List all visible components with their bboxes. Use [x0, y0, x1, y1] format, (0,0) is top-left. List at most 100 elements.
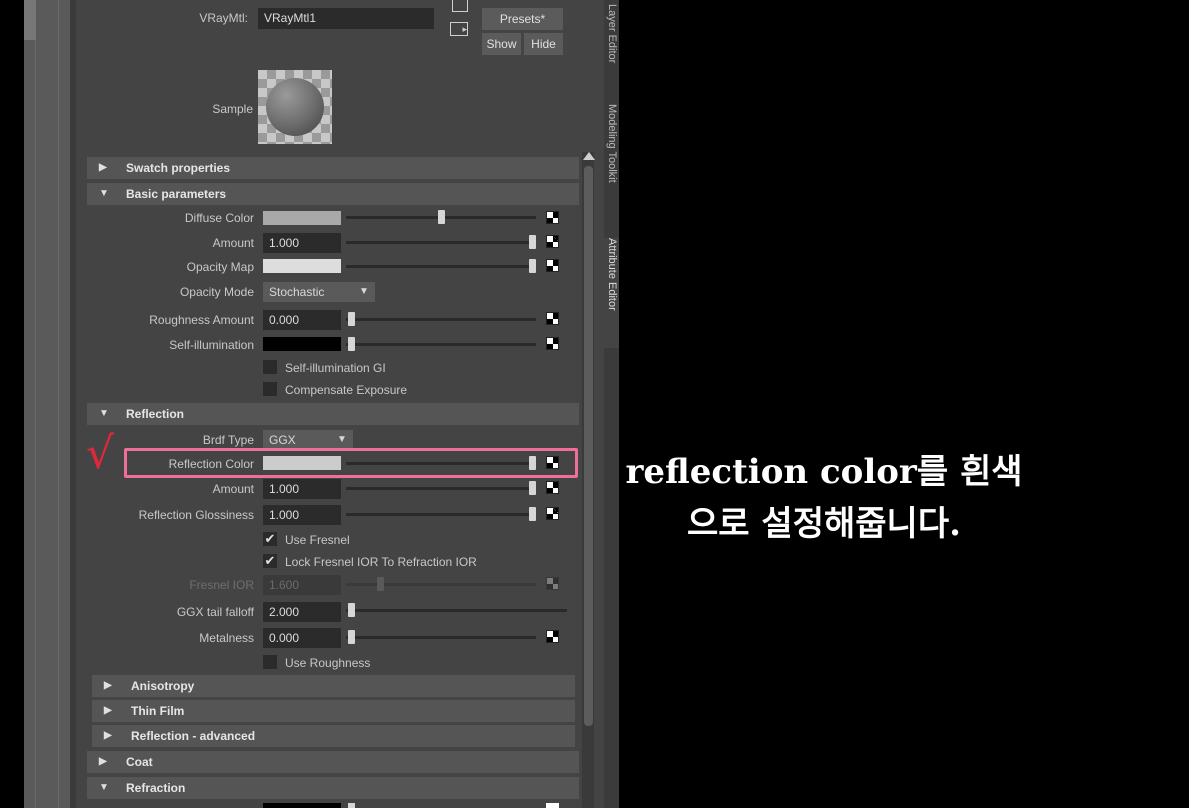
output-connection-icon[interactable]: ▸: [450, 22, 468, 36]
compensate-exposure-checkbox[interactable]: [263, 382, 277, 396]
self-illumination-gi-label: Self-illumination GI: [285, 361, 386, 375]
fresnel-ior-map-button-icon: [546, 577, 559, 590]
diffuse-slider-handle[interactable]: [438, 210, 445, 224]
self-illumination-swatch[interactable]: [263, 337, 341, 351]
expand-arrow-icon: ▶: [99, 162, 107, 173]
opacity-map-button-icon[interactable]: [546, 259, 559, 272]
input-connection-icon[interactable]: [452, 0, 468, 12]
metalness-slider-handle[interactable]: [348, 630, 355, 644]
section-title: Refraction: [126, 781, 186, 795]
hide-button[interactable]: Hide: [524, 33, 563, 55]
side-tab-bar: Layer Editor Modeling Toolkit Attribute …: [604, 0, 619, 808]
section-basic-parameters[interactable]: ▼ Basic parameters: [87, 183, 579, 205]
reflection-glossiness-slider-track[interactable]: [346, 513, 536, 516]
section-anisotropy[interactable]: ▶ Anisotropy: [92, 675, 575, 697]
brdf-type-dropdown[interactable]: GGX: [263, 430, 331, 450]
opacity-map-label: Opacity Map: [186, 260, 254, 274]
opacity-slider-track[interactable]: [346, 265, 536, 268]
reflection-glossiness-map-button-icon[interactable]: [546, 507, 559, 520]
expand-arrow-icon: ▶: [99, 756, 107, 767]
self-illumination-label: Self-illumination: [169, 338, 254, 352]
chevron-down-icon[interactable]: ▼: [353, 282, 375, 302]
viewport-object: [24, 0, 36, 40]
reflection-amount-field[interactable]: 1.000: [263, 479, 341, 499]
refraction-color-swatch[interactable]: [263, 803, 341, 808]
tab-modeling-toolkit[interactable]: Modeling Toolkit: [604, 104, 619, 214]
self-illumination-slider-track[interactable]: [346, 343, 536, 346]
annotation-caption-line2: 으로 설정해줍니다.: [687, 504, 961, 544]
annotation-caption-line1: reflection color를 흰색: [625, 452, 1023, 492]
show-button[interactable]: Show: [482, 33, 521, 55]
checkmark-icon: ✔: [264, 531, 276, 546]
self-illumination-map-button-icon[interactable]: [546, 337, 559, 350]
metalness-map-button-icon[interactable]: [546, 630, 559, 643]
viewport-grid-line: [35, 0, 36, 808]
ggx-tail-falloff-label: GGX tail falloff: [176, 605, 254, 619]
reflection-glossiness-field[interactable]: 1.000: [263, 505, 341, 525]
fresnel-ior-label: Fresnel IOR: [189, 578, 254, 592]
diffuse-color-label: Diffuse Color: [184, 211, 254, 225]
refraction-slider-handle[interactable]: [348, 803, 355, 808]
section-reflection-advanced[interactable]: ▶ Reflection - advanced: [92, 725, 575, 747]
roughness-map-button-icon[interactable]: [546, 312, 559, 325]
chevron-down-icon[interactable]: ▼: [331, 430, 353, 450]
reflection-amount-label: Amount: [212, 482, 254, 496]
scroll-up-arrow-icon[interactable]: [583, 152, 595, 160]
sample-sphere: [266, 78, 324, 136]
section-swatch-properties[interactable]: ▶ Swatch properties: [87, 157, 579, 179]
amount-field[interactable]: 1.000: [263, 233, 341, 253]
section-reflection[interactable]: ▼ Reflection: [87, 403, 579, 425]
self-illumination-slider-handle[interactable]: [348, 337, 355, 351]
opacity-slider-handle[interactable]: [529, 259, 536, 273]
use-roughness-label: Use Roughness: [285, 656, 371, 670]
reflection-color-highlight-box: [124, 448, 578, 478]
ggx-tail-falloff-field[interactable]: 2.000: [263, 602, 341, 622]
reflection-amount-map-button-icon[interactable]: [546, 481, 559, 494]
tab-attribute-editor[interactable]: Attribute Editor: [604, 238, 619, 348]
opacity-mode-label: Opacity Mode: [179, 285, 254, 299]
section-title: Swatch properties: [126, 161, 231, 175]
ggx-tail-slider-track[interactable]: [346, 609, 567, 612]
use-fresnel-checkbox[interactable]: ✔: [263, 532, 277, 546]
reflection-amount-slider-track[interactable]: [346, 487, 536, 490]
opacity-mode-dropdown[interactable]: Stochastic: [263, 282, 353, 302]
section-coat[interactable]: ▶ Coat: [87, 751, 579, 773]
fresnel-ior-field: 1.600: [263, 575, 341, 595]
metalness-label: Metalness: [199, 631, 254, 645]
lock-fresnel-ior-label: Lock Fresnel IOR To Refraction IOR: [285, 555, 477, 569]
expand-arrow-icon: ▶: [104, 680, 112, 691]
material-name-field[interactable]: VRayMtl1: [258, 8, 434, 29]
use-roughness-checkbox[interactable]: [263, 655, 277, 669]
opacity-map-swatch[interactable]: [263, 259, 341, 273]
viewport-grid-line: [58, 0, 59, 808]
brdf-type-label: Brdf Type: [202, 433, 254, 447]
section-title: Anisotropy: [131, 679, 195, 693]
tab-layer-editor[interactable]: Layer Editor: [604, 4, 619, 74]
diffuse-map-button-icon[interactable]: [546, 211, 559, 224]
section-title: Reflection: [126, 407, 185, 421]
reflection-glossiness-slider-handle[interactable]: [529, 507, 536, 521]
amount-map-button-icon[interactable]: [546, 235, 559, 248]
section-thin-film[interactable]: ▶ Thin Film: [92, 700, 575, 722]
collapse-arrow-icon: ▼: [99, 188, 109, 199]
diffuse-color-swatch[interactable]: [263, 211, 341, 225]
material-sample-swatch[interactable]: [258, 70, 332, 144]
reflection-glossiness-label: Reflection Glossiness: [138, 508, 254, 522]
section-refraction[interactable]: ▼ Refraction: [87, 777, 579, 799]
self-illumination-gi-checkbox[interactable]: [263, 360, 277, 374]
material-type-label: VRayMtl:: [199, 11, 248, 25]
metalness-slider-track[interactable]: [346, 636, 536, 639]
amount-slider-handle[interactable]: [529, 235, 536, 249]
roughness-amount-field[interactable]: 0.000: [263, 310, 341, 330]
expand-arrow-icon: ▶: [104, 705, 112, 716]
roughness-slider-track[interactable]: [346, 318, 536, 321]
metalness-field[interactable]: 0.000: [263, 628, 341, 648]
reflection-amount-slider-handle[interactable]: [529, 481, 536, 495]
refraction-map-button-icon[interactable]: [546, 803, 559, 808]
ggx-tail-slider-handle[interactable]: [348, 603, 355, 617]
amount-slider-track[interactable]: [346, 241, 536, 244]
roughness-slider-handle[interactable]: [348, 312, 355, 326]
viewport-edge: [0, 0, 24, 808]
lock-fresnel-ior-checkbox[interactable]: ✔: [263, 554, 277, 568]
presets-button[interactable]: Presets*: [482, 8, 563, 30]
